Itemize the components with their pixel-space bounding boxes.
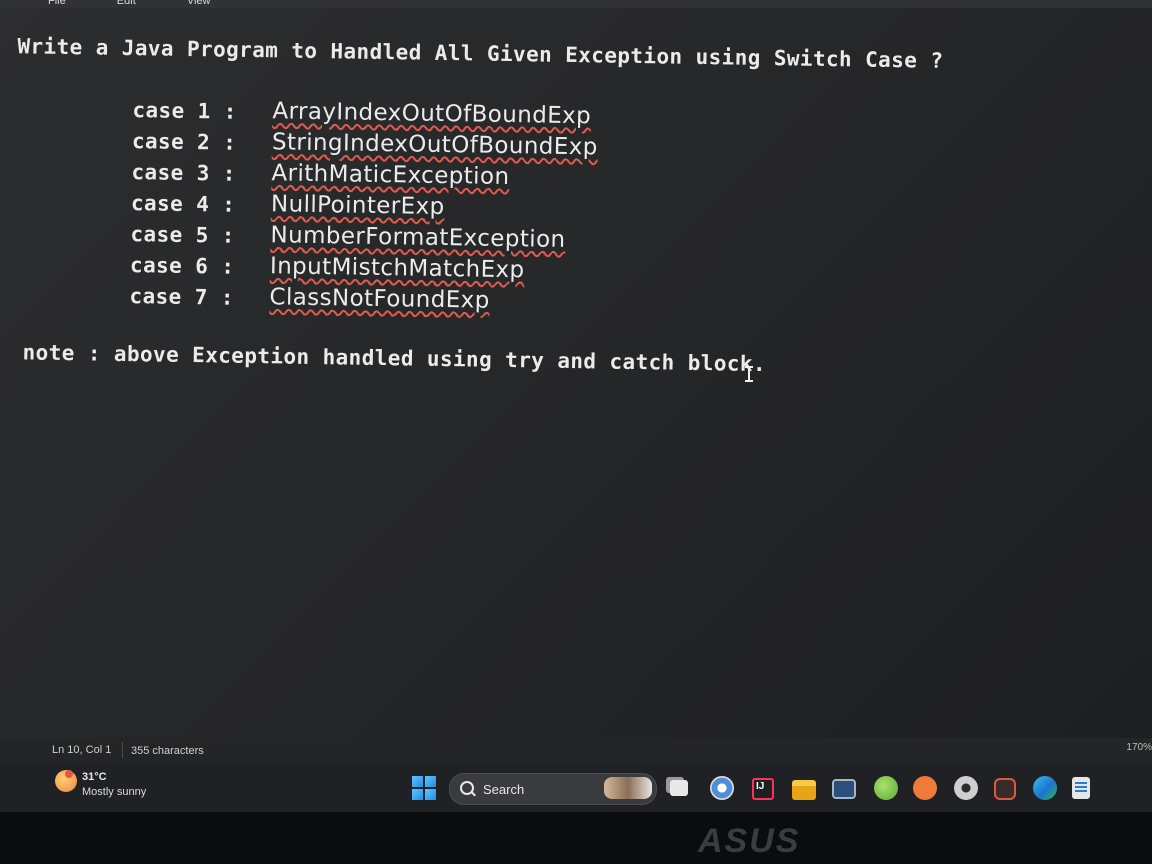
asus-logo: ASUS bbox=[698, 822, 801, 860]
case-label: case 4 : bbox=[130, 191, 236, 217]
monitor-app-icon[interactable] bbox=[832, 779, 856, 799]
search-highlight-image bbox=[604, 777, 652, 799]
file-explorer-icon[interactable] bbox=[792, 780, 816, 800]
weather-icon[interactable] bbox=[55, 770, 77, 792]
menu-edit[interactable]: Edit bbox=[117, 0, 136, 8]
menu-view[interactable]: View bbox=[187, 0, 211, 8]
weather-condition[interactable]: Mostly sunny bbox=[82, 786, 146, 798]
case-value: InputMistchMatchExp bbox=[269, 253, 525, 284]
screen: File Edit View Write a Java Program to H… bbox=[0, 0, 1152, 812]
cursor-position[interactable]: Ln 10, Col 1 bbox=[52, 744, 111, 756]
status-divider bbox=[122, 742, 123, 758]
editor-title-line: Write a Java Program to Handled All Give… bbox=[17, 34, 944, 73]
search-icon bbox=[460, 781, 474, 795]
menu-bar: File Edit View bbox=[0, 0, 1152, 8]
taskbar: 31°C Mostly sunny Search bbox=[0, 764, 1152, 812]
case-label: case 7 : bbox=[129, 284, 235, 310]
case-value: ClassNotFoundExp bbox=[269, 284, 490, 314]
notepad-icon[interactable] bbox=[1072, 777, 1090, 799]
case-label: case 3 : bbox=[131, 160, 237, 186]
case-value: NullPointerExp bbox=[270, 191, 445, 221]
text-editor-area[interactable]: Write a Java Program to Handled All Give… bbox=[0, 10, 1152, 756]
case-value: ArrayIndexOutOfBoundExp bbox=[272, 98, 592, 130]
case-label: case 1 : bbox=[132, 98, 237, 124]
edge-icon[interactable] bbox=[1033, 776, 1057, 800]
taskbar-search[interactable]: Search bbox=[449, 773, 657, 805]
postman-icon[interactable] bbox=[913, 776, 937, 800]
weather-temperature[interactable]: 31°C bbox=[82, 771, 107, 783]
case-value: ArithMaticException bbox=[271, 160, 510, 191]
menu-file[interactable]: File bbox=[48, 0, 66, 8]
recorder-icon[interactable] bbox=[994, 778, 1016, 800]
copilot-icon[interactable] bbox=[670, 780, 688, 796]
status-bar: Ln 10, Col 1 355 characters 170% bbox=[0, 738, 1152, 764]
zoom-level[interactable]: 170% bbox=[1126, 742, 1152, 753]
case-label: case 2 : bbox=[131, 129, 237, 155]
case-value: StringIndexOutOfBoundExp bbox=[271, 129, 598, 161]
intellij-icon[interactable] bbox=[752, 778, 774, 800]
settings-gear-icon[interactable] bbox=[954, 776, 978, 800]
text-cursor-icon bbox=[745, 366, 753, 382]
spring-icon[interactable] bbox=[874, 776, 898, 800]
case-label: case 5 : bbox=[130, 222, 236, 248]
windows-start-icon[interactable] bbox=[412, 776, 436, 800]
case-value: NumberFormatException bbox=[270, 222, 566, 253]
search-label: Search bbox=[483, 782, 525, 797]
browser-icon[interactable] bbox=[710, 776, 734, 800]
character-count: 355 characters bbox=[131, 745, 204, 757]
case-label: case 6 : bbox=[129, 253, 235, 279]
note-line: note : above Exception handled using try… bbox=[22, 340, 767, 377]
